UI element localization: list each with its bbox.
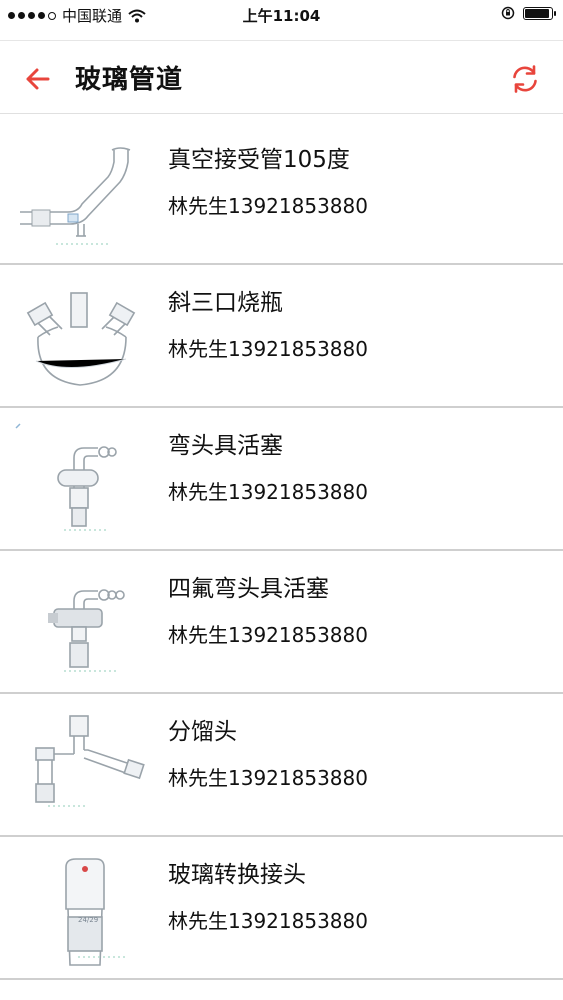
list-item[interactable]: 斜三口烧瓶 林先生13921853880 — [0, 265, 563, 408]
page-title: 玻璃管道 — [75, 65, 184, 95]
bent-stopcock-image — [15, 423, 117, 531]
ptfe-bent-stopcock-image — [48, 589, 125, 672]
list-item[interactable]: 分馏头 林先生13921853880 — [0, 694, 563, 837]
status-time: 上午11:04 — [242, 7, 321, 25]
item-title: 四氟弯头具活塞 — [168, 576, 329, 602]
item-contact: 林先生13921853880 — [168, 623, 368, 647]
list-item[interactable]: 弯头具活塞 林先生13921853880 — [0, 408, 563, 551]
item-contact: 林先生13921853880 — [168, 480, 368, 504]
refresh-icon[interactable] — [507, 61, 543, 97]
glass-adapter-image: 24/29 — [65, 858, 128, 966]
status-bar: 中国联通 上午11:04 — [0, 0, 563, 30]
svg-text:24/29: 24/29 — [78, 916, 98, 924]
item-title: 玻璃转换接头 — [168, 862, 306, 888]
back-arrow-icon[interactable] — [20, 61, 56, 97]
list-item[interactable]: 24/29 玻璃转换接头 林先生13921853880 — [0, 837, 563, 980]
item-title: 斜三口烧瓶 — [168, 290, 283, 316]
item-title: 弯头具活塞 — [168, 433, 283, 459]
item-contact: 林先生13921853880 — [168, 337, 368, 361]
vacuum-adapter-image — [20, 147, 131, 245]
item-contact: 林先生13921853880 — [168, 194, 368, 218]
three-neck-flask-image — [26, 292, 136, 386]
item-contact: 林先生13921853880 — [168, 766, 368, 790]
battery-icon — [523, 6, 556, 20]
status-right — [501, 6, 556, 20]
distilling-head-image — [35, 715, 145, 807]
item-title: 真空接受管105度 — [168, 147, 350, 173]
item-contact: 林先生13921853880 — [168, 909, 368, 933]
nav-bar: 玻璃管道 — [0, 40, 563, 114]
list-item[interactable]: 四氟弯头具活塞 林先生13921853880 — [0, 551, 563, 694]
orientation-lock-icon — [501, 6, 515, 20]
item-title: 分馏头 — [168, 719, 237, 745]
product-list: 真空接受管105度 林先生13921853880 斜三口烧瓶 林先生139218… — [0, 122, 563, 980]
list-item[interactable]: 真空接受管105度 林先生13921853880 — [0, 122, 563, 265]
